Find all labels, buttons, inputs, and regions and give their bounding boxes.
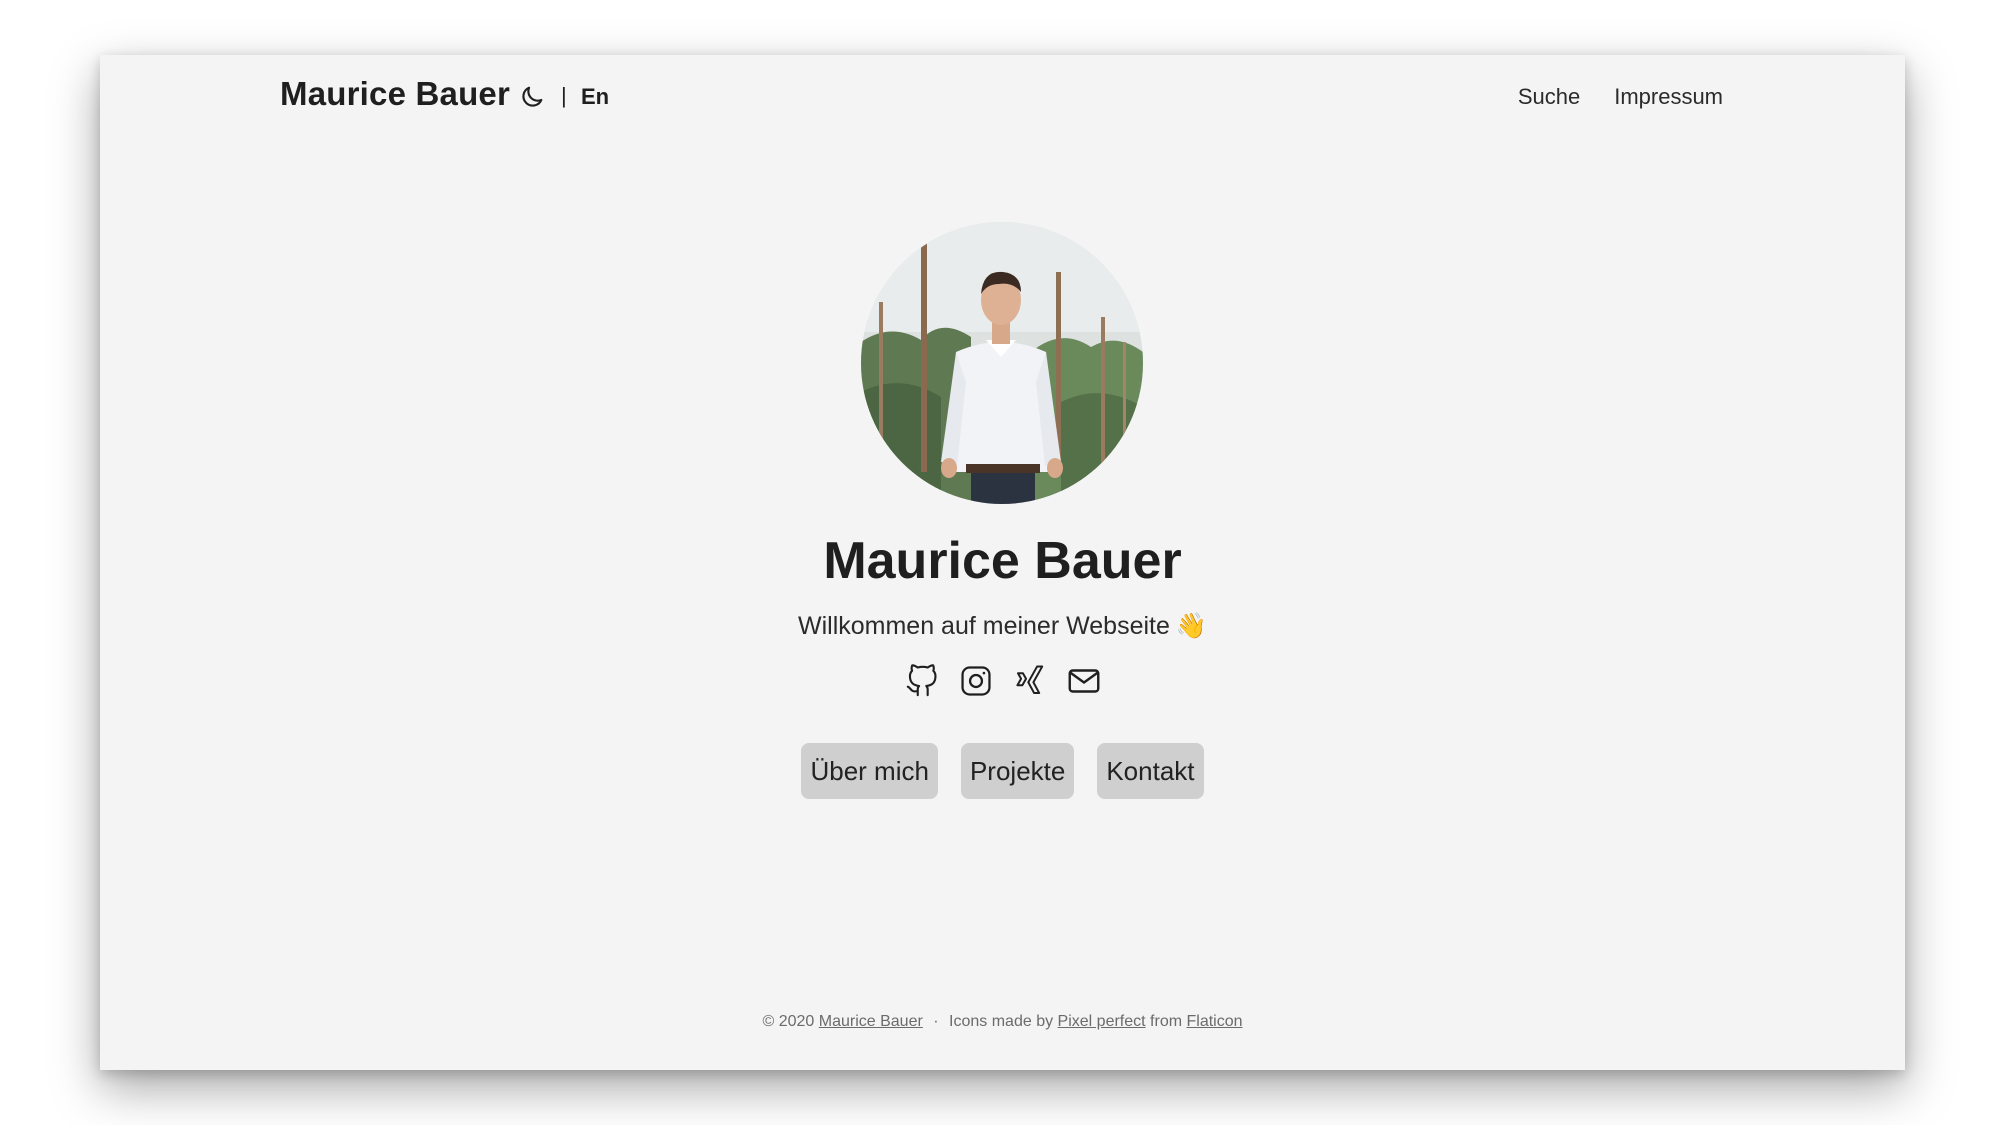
hero-name: Maurice Bauer — [823, 532, 1182, 590]
tagline: Willkommen auf meiner Webseite 👋 — [100, 612, 1905, 641]
contact-button[interactable]: Kontakt — [1097, 743, 1204, 799]
site-title-link[interactable]: Maurice Bauer — [280, 75, 510, 113]
site-footer: © 2020 Maurice Bauer · Icons made by Pix… — [100, 1013, 1905, 1031]
mail-icon[interactable] — [1066, 663, 1102, 699]
social-links — [100, 663, 1905, 699]
github-icon[interactable] — [904, 663, 940, 699]
icons-credit-text: Icons made by — [949, 1013, 1054, 1030]
browser-window: Maurice Bauer | En Suche Impressum Mauri… — [100, 55, 1905, 1070]
waving-hand-emoji: 👋 — [1175, 612, 1208, 640]
nav-link-impressum[interactable]: Impressum — [1614, 84, 1723, 110]
main-nav: Suche Impressum — [1518, 84, 1723, 110]
tagline-text: Willkommen auf meiner Webseite — [797, 612, 1170, 640]
hero-buttons: Über mich Projekte Kontakt — [100, 743, 1905, 799]
footer-separator: · — [933, 1013, 939, 1030]
about-me-button[interactable]: Über mich — [801, 743, 938, 799]
from-text: from — [1150, 1013, 1183, 1030]
author-link[interactable]: Maurice Bauer — [819, 1013, 923, 1030]
language-switch[interactable]: En — [581, 84, 609, 110]
language-separator: | — [561, 83, 567, 108]
icons-author-link[interactable]: Pixel perfect — [1058, 1013, 1146, 1030]
flaticon-link[interactable]: Flaticon — [1187, 1013, 1243, 1030]
projects-button[interactable]: Projekte — [960, 743, 1075, 799]
moon-icon[interactable] — [518, 83, 546, 111]
nav-link-suche[interactable]: Suche — [1518, 84, 1580, 110]
site-header: Maurice Bauer | En Suche Impressum — [100, 55, 1905, 155]
avatar — [861, 222, 1143, 504]
xing-icon[interactable] — [1012, 663, 1048, 699]
instagram-icon[interactable] — [958, 663, 994, 699]
copyright-text: © 2020 — [762, 1013, 815, 1030]
